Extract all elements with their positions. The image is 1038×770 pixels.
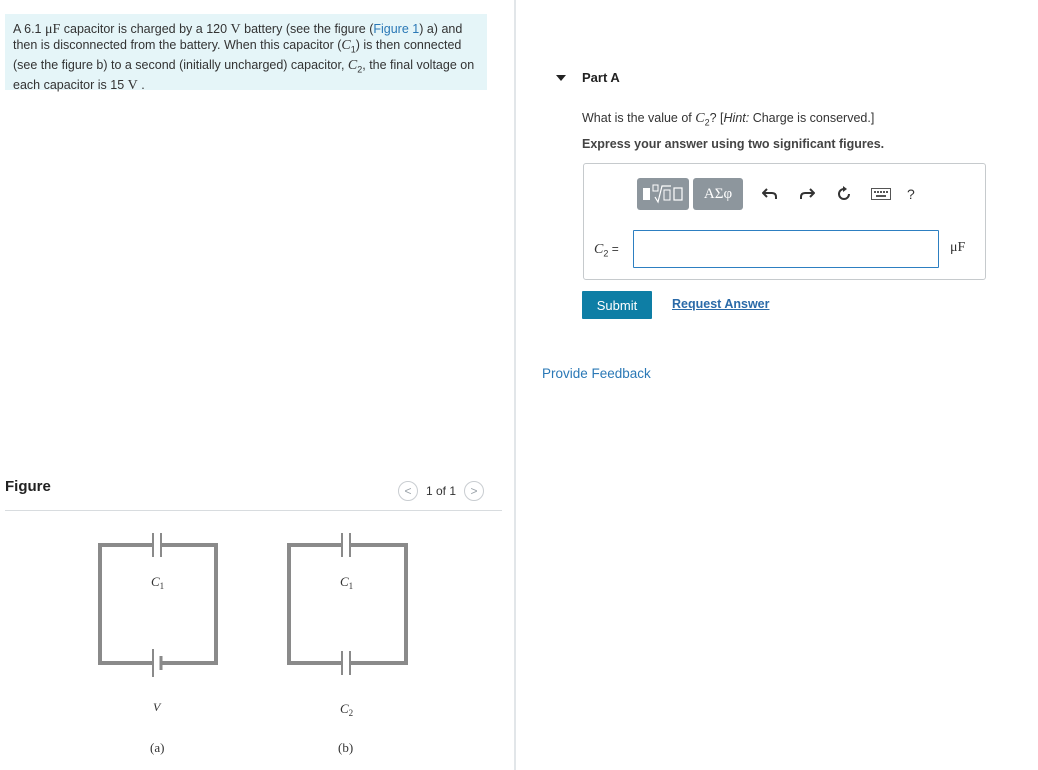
- label-c1-a: C1: [151, 574, 164, 591]
- problem-statement: A 6.1 μF capacitor is charged by a 120 V…: [5, 14, 487, 93]
- help-icon[interactable]: ?: [907, 186, 915, 202]
- circuit-b: [287, 533, 408, 675]
- math-toolbar: ΑΣφ ?: [637, 178, 915, 210]
- request-answer-link[interactable]: Request Answer: [672, 297, 769, 311]
- label-v: V: [153, 700, 162, 714]
- answer-label: C2 =: [594, 242, 619, 259]
- figure-rule: [5, 510, 502, 511]
- unit-microfarad: μF: [44, 22, 61, 37]
- undo-icon[interactable]: [760, 184, 780, 204]
- template-icon: [643, 184, 683, 204]
- reset-icon[interactable]: [834, 184, 854, 204]
- label-b: (b): [338, 740, 353, 755]
- question-text: What is the value of C2? [Hint: Charge i…: [582, 111, 875, 128]
- part-a-header[interactable]: Part A: [556, 70, 620, 85]
- prev-figure-button[interactable]: <: [398, 481, 418, 501]
- figure-link[interactable]: Figure 1: [373, 22, 419, 36]
- provide-feedback-link[interactable]: Provide Feedback: [542, 366, 651, 381]
- collapse-triangle-icon[interactable]: [556, 74, 566, 81]
- unit-volt: V: [230, 22, 241, 37]
- panel-divider: [514, 0, 516, 770]
- label-c1-b: C1: [340, 574, 353, 591]
- redo-icon[interactable]: [797, 184, 817, 204]
- next-figure-button[interactable]: >: [464, 481, 485, 501]
- part-label: Part A: [582, 70, 620, 85]
- label-a: (a): [150, 740, 164, 755]
- greek-button[interactable]: ΑΣφ: [693, 178, 743, 210]
- pager-count: 1 of 1: [426, 484, 457, 498]
- template-button[interactable]: [637, 178, 689, 210]
- answer-input[interactable]: [633, 230, 939, 268]
- figure-title: Figure: [5, 478, 51, 495]
- submit-button[interactable]: Submit: [582, 291, 652, 319]
- circuit-diagram: C1 V (a) C1 C2 (b): [98, 533, 408, 755]
- answer-unit: μF: [950, 240, 966, 255]
- instruction-text: Express your answer using two significan…: [582, 137, 885, 151]
- figure-pager: < 1 of 1 >: [398, 481, 485, 501]
- keyboard-icon[interactable]: [871, 184, 891, 204]
- label-c2: C2: [340, 701, 353, 718]
- circuit-a: [98, 533, 218, 677]
